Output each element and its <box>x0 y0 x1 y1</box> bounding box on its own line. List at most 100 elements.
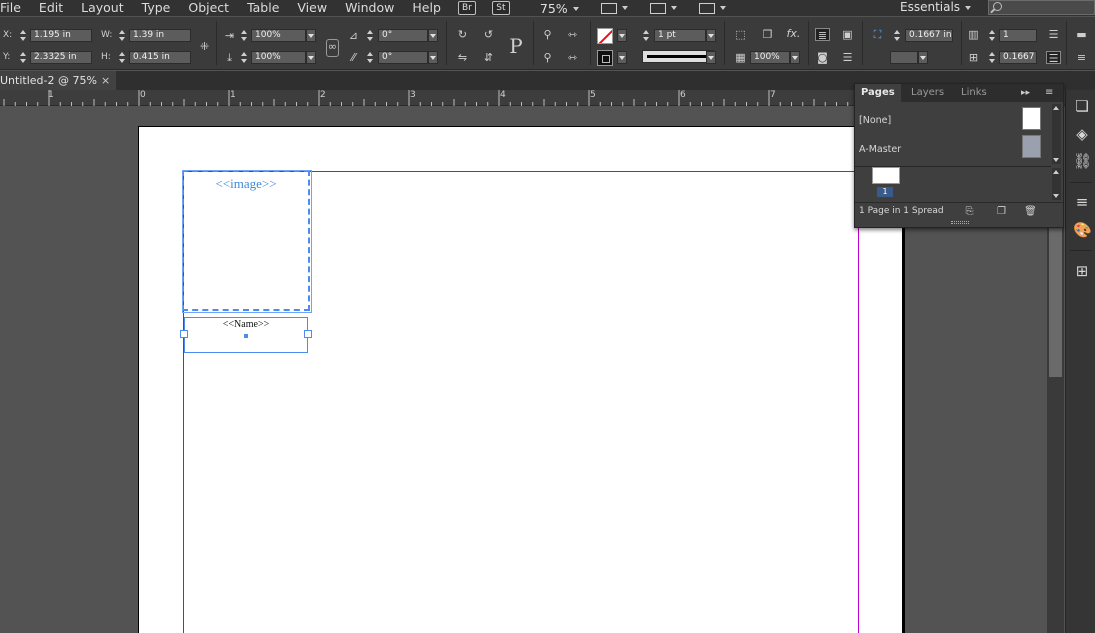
stock-button[interactable]: St <box>491 1 510 15</box>
menu-view[interactable]: View <box>288 0 336 16</box>
tab-layers[interactable]: Layers <box>905 84 950 102</box>
menu-type[interactable]: Type <box>133 0 180 16</box>
align-justify-icon[interactable]: ☰ <box>1046 51 1061 65</box>
gutter-stepper[interactable] <box>988 51 996 64</box>
no-text-wrap-icon[interactable]: ≣ <box>815 28 830 42</box>
jump-object-icon[interactable]: ☰ <box>840 51 855 64</box>
document-page[interactable]: <<image>> <<Name>> <box>138 126 905 633</box>
scrollbar-thumb[interactable] <box>1049 227 1062 377</box>
gutter-input[interactable]: 0.1667 <box>999 51 1037 64</box>
corner-options-icon[interactable]: ⬚ <box>733 28 748 41</box>
stroke-panel-icon[interactable]: ≡ <box>1073 194 1091 210</box>
select-content-icon[interactable]: ⚲ <box>540 51 555 64</box>
stroke-weight-stepper[interactable] <box>642 29 650 42</box>
image-placeholder-text[interactable]: <<image>> <box>184 176 308 192</box>
rotation-input[interactable]: 0° <box>378 29 428 42</box>
menu-help[interactable]: Help <box>403 0 450 16</box>
document-tab[interactable]: Untitled-2 @ 75% × <box>0 71 116 90</box>
w-input[interactable]: 1.39 in <box>129 29 191 42</box>
fitting-offset-input[interactable]: 0.1667 in <box>905 29 953 42</box>
master-none[interactable]: [None] <box>859 115 891 126</box>
flip-horizontal-icon[interactable]: ⇋ <box>455 51 470 64</box>
opacity-input[interactable]: 100% <box>750 51 790 64</box>
bridge-button[interactable]: Br <box>457 1 476 15</box>
resize-handle-right[interactable] <box>304 330 312 338</box>
cc-libraries-panel-icon[interactable]: ⊞ <box>1073 263 1091 279</box>
flip-vertical-icon[interactable]: ⇵ <box>481 51 496 64</box>
opacity-dropdown[interactable] <box>790 51 800 64</box>
new-page-icon[interactable]: ❐ <box>995 206 1008 217</box>
close-icon[interactable]: × <box>101 71 110 90</box>
columns-input[interactable]: 1 <box>999 29 1037 42</box>
wrap-object-shape-icon[interactable]: ◙ <box>815 51 830 64</box>
drop-shadow-icon[interactable]: ❐ <box>760 28 775 41</box>
w-stepper[interactable] <box>118 29 126 42</box>
layers-panel-icon[interactable]: ◈ <box>1073 126 1091 142</box>
scroll-down-icon[interactable] <box>1053 158 1059 162</box>
columns-stepper[interactable] <box>988 29 996 42</box>
align-top-icon[interactable]: ☰ <box>1046 28 1061 41</box>
scroll-up-icon[interactable] <box>1053 170 1059 174</box>
select-container-icon[interactable]: ⚲ <box>540 28 555 41</box>
resize-handle-left[interactable] <box>180 330 188 338</box>
scale-x-input[interactable]: 100% <box>251 29 306 42</box>
rotation-stepper[interactable] <box>366 29 374 42</box>
pages-scrollbar[interactable] <box>1052 168 1061 200</box>
stroke-weight-input[interactable]: 1 pt <box>654 29 706 42</box>
master-a-thumbnail[interactable] <box>1022 135 1041 158</box>
zoom-dropdown[interactable]: 75% <box>540 1 579 16</box>
panel-menu-icon[interactable]: ≡ <box>1045 84 1053 102</box>
name-placeholder-text[interactable]: <<Name>> <box>185 319 307 330</box>
scale-x-dropdown[interactable] <box>306 29 316 42</box>
menu-edit[interactable]: Edit <box>30 0 72 16</box>
image-frame[interactable]: <<image>> <box>182 170 312 313</box>
name-text-frame[interactable]: <<Name>> <box>180 317 312 353</box>
arrange-documents-button[interactable] <box>698 2 726 14</box>
tab-links[interactable]: Links <box>955 84 993 102</box>
scale-y-input[interactable]: 100% <box>251 51 306 64</box>
scale-y-dropdown[interactable] <box>306 51 316 64</box>
links-panel-icon[interactable]: ⛓ <box>1073 153 1092 169</box>
span-columns-icon[interactable]: ▬ <box>1074 28 1089 41</box>
master-a[interactable]: A-Master <box>859 144 901 155</box>
stroke-alignment-selector[interactable] <box>890 51 918 64</box>
effects-fx-icon[interactable]: fx. <box>786 27 801 40</box>
h-input[interactable]: 0.415 in <box>129 51 191 64</box>
page-1-thumbnail[interactable] <box>872 167 900 184</box>
stroke-type-dropdown[interactable] <box>706 51 716 64</box>
swatches-panel-icon[interactable]: 🎨 <box>1073 222 1092 238</box>
select-next-icon[interactable]: ⇿ <box>565 51 580 64</box>
rotate-cw-icon[interactable]: ↻ <box>455 28 470 41</box>
stroke-swatch[interactable] <box>597 50 613 66</box>
y-input[interactable]: 2.3325 in <box>30 51 92 64</box>
menu-object[interactable]: Object <box>179 0 238 16</box>
select-previous-icon[interactable]: ⇿ <box>565 28 580 41</box>
scroll-up-icon[interactable] <box>1053 106 1059 110</box>
master-none-thumbnail[interactable] <box>1022 107 1041 130</box>
delete-page-icon[interactable]: 🗑 <box>1024 206 1037 217</box>
scale-x-stepper[interactable] <box>240 29 248 42</box>
constrain-proportions-icon[interactable]: ∞ <box>326 39 339 57</box>
y-stepper[interactable] <box>19 51 27 64</box>
search-input[interactable] <box>988 0 1095 15</box>
screen-mode-button[interactable] <box>649 2 677 14</box>
rotation-dropdown[interactable] <box>428 29 438 42</box>
shear-stepper[interactable] <box>366 51 374 64</box>
menu-layout[interactable]: Layout <box>72 0 133 16</box>
stroke-dropdown[interactable] <box>617 51 627 64</box>
scroll-down-icon[interactable] <box>1053 194 1059 198</box>
pages-panel-icon[interactable]: ❏ <box>1073 98 1091 114</box>
h-stepper[interactable] <box>118 51 126 64</box>
stroke-type-selector[interactable] <box>642 50 714 63</box>
fill-none-swatch[interactable] <box>597 28 613 44</box>
x-input[interactable]: 1.195 in <box>30 29 92 42</box>
paragraph-icon[interactable]: P <box>505 35 527 57</box>
panel-menu-icon[interactable]: ≡ <box>1074 51 1089 64</box>
edit-page-size-icon[interactable]: ⎘ <box>963 206 976 217</box>
shear-dropdown[interactable] <box>428 51 438 64</box>
stroke-weight-dropdown[interactable] <box>706 29 716 42</box>
menu-window[interactable]: Window <box>336 0 403 16</box>
masters-scrollbar[interactable] <box>1052 104 1061 164</box>
shear-input[interactable]: 0° <box>378 51 428 64</box>
menu-file[interactable]: File <box>0 0 30 16</box>
